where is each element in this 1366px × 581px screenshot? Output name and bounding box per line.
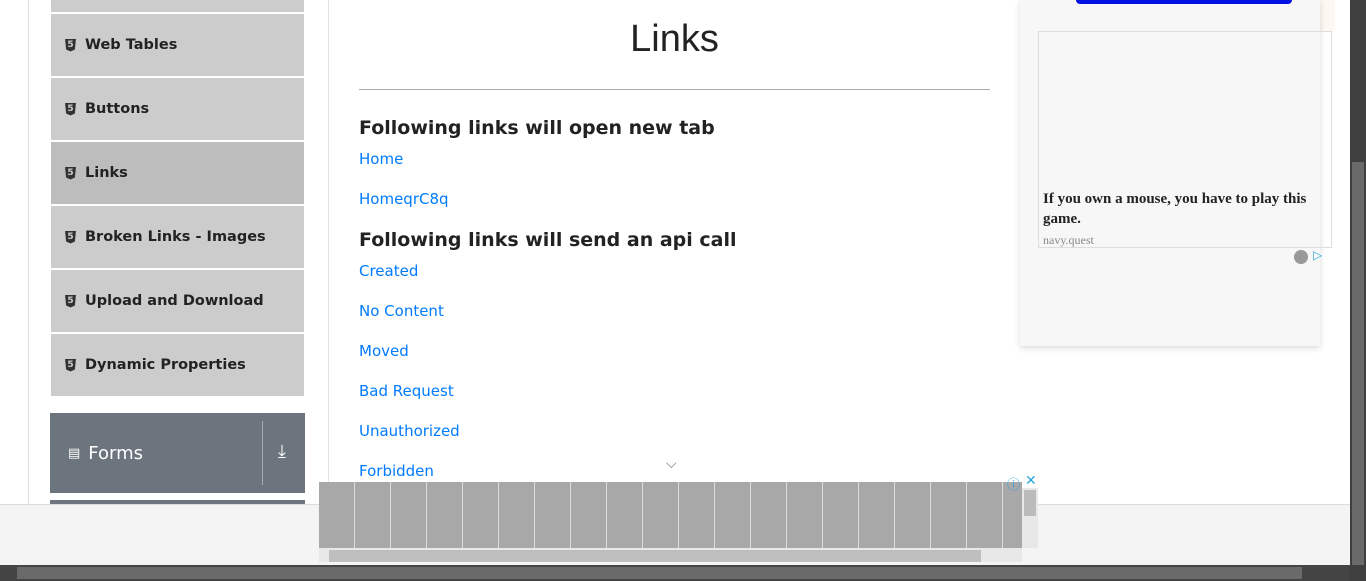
- ad-button[interactable]: [1076, 0, 1292, 4]
- ad-headline[interactable]: If you own a mouse, you have to play thi…: [1043, 189, 1329, 229]
- section-heading-new-tab: Following links will open new tab: [359, 117, 715, 139]
- separator: [262, 421, 263, 485]
- ad-close-icon[interactable]: ✕: [1025, 473, 1037, 489]
- sidebar-item-label: Upload and Download: [85, 293, 264, 309]
- download-icon: ⤓: [278, 441, 286, 462]
- link-moved[interactable]: Moved: [359, 342, 409, 360]
- document-icon: ▤: [68, 445, 81, 461]
- sidebar-item-label: Web Tables: [85, 37, 178, 53]
- html5-icon: 5: [65, 294, 76, 308]
- left-border: [28, 0, 29, 504]
- sidebar-group-forms[interactable]: ▤ Forms ⤓: [50, 413, 305, 493]
- ad-info-icon[interactable]: ⓘ: [1007, 474, 1020, 493]
- ad-horizontal-scrollbar[interactable]: [319, 548, 1022, 562]
- html5-icon: 5: [65, 102, 76, 116]
- link-bad-request[interactable]: Bad Request: [359, 382, 454, 400]
- ad-card[interactable]: If you own a mouse, you have to play thi…: [1038, 31, 1332, 248]
- ad-vertical-scrollbar[interactable]: [1022, 488, 1038, 548]
- sidebar-item-links[interactable]: 5 Links: [51, 142, 304, 204]
- page-title: Links: [630, 18, 719, 60]
- sidebar-item-label: Dynamic Properties: [85, 357, 246, 373]
- ad-avatar-icon: [1294, 250, 1308, 264]
- html5-icon: 5: [65, 166, 76, 180]
- html5-icon: 5: [65, 38, 76, 52]
- sidebar-item-label: Broken Links - Images: [85, 229, 266, 245]
- section-heading-api: Following links will send an api call: [359, 229, 737, 251]
- sidebar-item-partial[interactable]: [51, 0, 304, 12]
- content-divider: [328, 0, 329, 504]
- sidebar-item-upload-download[interactable]: 5 Upload and Download: [51, 270, 304, 332]
- page-vertical-scrollbar[interactable]: [1350, 0, 1366, 581]
- html5-icon: 5: [65, 358, 76, 372]
- link-home-dynamic[interactable]: HomeqrC8q: [359, 190, 449, 208]
- link-home[interactable]: Home: [359, 150, 403, 168]
- bottom-ad-banner[interactable]: [319, 482, 1022, 548]
- html5-icon: 5: [65, 230, 76, 244]
- sidebar-item-label: Links: [85, 165, 128, 181]
- scrollbar-thumb[interactable]: [1352, 162, 1364, 565]
- right-ad[interactable]: If you own a mouse, you have to play thi…: [1020, 0, 1335, 346]
- group-label: Forms: [88, 442, 144, 464]
- ad-source[interactable]: navy.quest: [1043, 233, 1094, 248]
- chevron-down-icon[interactable]: ⌵: [666, 456, 677, 472]
- sidebar-item-web-tables[interactable]: 5 Web Tables: [51, 14, 304, 76]
- link-no-content[interactable]: No Content: [359, 302, 444, 320]
- link-unauthorized[interactable]: Unauthorized: [359, 422, 460, 440]
- link-forbidden[interactable]: Forbidden: [359, 462, 434, 480]
- sidebar-item-broken-links[interactable]: 5 Broken Links - Images: [51, 206, 304, 268]
- title-divider: [359, 89, 990, 90]
- sidebar-item-buttons[interactable]: 5 Buttons: [51, 78, 304, 140]
- page-horizontal-scrollbar[interactable]: [0, 565, 1350, 581]
- adchoices-icon[interactable]: ▷: [1313, 248, 1322, 262]
- sidebar-item-dynamic-properties[interactable]: 5 Dynamic Properties: [51, 334, 304, 396]
- link-created[interactable]: Created: [359, 262, 418, 280]
- sidebar-item-label: Buttons: [85, 101, 150, 117]
